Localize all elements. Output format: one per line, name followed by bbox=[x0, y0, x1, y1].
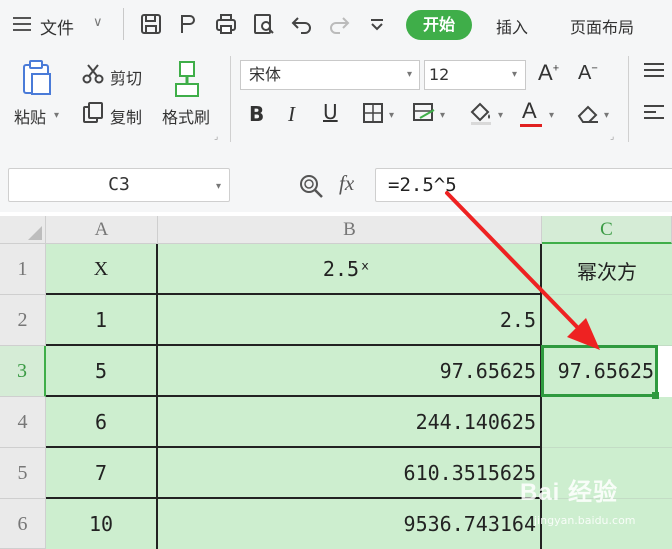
format-painter-button[interactable]: 格式刷 bbox=[162, 104, 210, 128]
cell-c4[interactable] bbox=[542, 397, 672, 448]
watermark-logo: Bai 经验 bbox=[520, 479, 619, 506]
decrease-font-size-icon[interactable]: A− bbox=[578, 62, 598, 85]
tab-insert[interactable]: 插入 bbox=[496, 14, 528, 38]
align-top-icon[interactable] bbox=[642, 60, 666, 82]
dialog-launcher-icon[interactable]: ⌟ bbox=[610, 132, 614, 142]
select-all-icon bbox=[28, 226, 42, 240]
paste-icon bbox=[23, 60, 51, 95]
save-icon[interactable] bbox=[139, 12, 163, 36]
underline-icon[interactable]: U bbox=[323, 100, 338, 124]
caret-down-icon[interactable]: ▾ bbox=[389, 110, 394, 121]
caret-down-icon[interactable]: ▾ bbox=[498, 110, 503, 121]
column-header-c[interactable]: C bbox=[542, 216, 672, 244]
divider bbox=[628, 56, 629, 142]
font-color-swatch bbox=[520, 124, 542, 127]
select-all-corner[interactable] bbox=[0, 216, 46, 244]
borders-icon[interactable] bbox=[362, 102, 384, 124]
cut-button[interactable]: 剪切 bbox=[110, 65, 142, 89]
cell-b4[interactable]: 244.140625 bbox=[158, 397, 542, 448]
fill-color-icon[interactable] bbox=[468, 100, 494, 126]
formula-input[interactable]: =2.5^5 bbox=[375, 168, 672, 202]
conditional-format-icon[interactable] bbox=[412, 102, 436, 124]
chevron-down-icon[interactable]: ∨ bbox=[93, 15, 103, 30]
italic-icon[interactable]: I bbox=[288, 102, 295, 127]
cell-b2[interactable]: 2.5 bbox=[158, 295, 542, 346]
export-pdf-icon[interactable] bbox=[176, 12, 200, 36]
print-icon[interactable] bbox=[214, 12, 238, 36]
cell-a3[interactable]: 5 bbox=[46, 346, 158, 397]
active-cell-border bbox=[541, 345, 658, 397]
row-header-6[interactable]: 6 bbox=[0, 499, 46, 549]
increase-font-size-icon[interactable]: A+ bbox=[538, 60, 559, 86]
divider bbox=[230, 56, 231, 142]
caret-down-icon[interactable]: ▾ bbox=[407, 69, 412, 80]
tab-page-layout[interactable]: 页面布局 bbox=[570, 14, 634, 38]
copy-button[interactable]: 复制 bbox=[110, 104, 142, 128]
cell-a4[interactable]: 6 bbox=[46, 397, 158, 448]
cell-b5[interactable]: 610.3515625 bbox=[158, 448, 542, 499]
copy-icon bbox=[83, 102, 103, 123]
row-header-1[interactable]: 1 bbox=[0, 244, 46, 295]
zoom-search-icon[interactable] bbox=[298, 173, 324, 199]
cell-a6[interactable]: 10 bbox=[46, 499, 158, 549]
cell-b6[interactable]: 9536.743164 bbox=[158, 499, 542, 549]
caret-down-icon[interactable]: ▾ bbox=[440, 110, 445, 121]
font-size-value: 12 bbox=[429, 65, 450, 84]
cell-reference: C3 bbox=[108, 174, 130, 195]
tab-home[interactable]: 开始 bbox=[406, 10, 472, 40]
print-preview-icon[interactable] bbox=[252, 12, 276, 36]
cell-a5[interactable]: 7 bbox=[46, 448, 158, 499]
file-menu[interactable]: 文件 bbox=[40, 14, 74, 39]
font-color-icon[interactable]: A bbox=[522, 98, 537, 124]
formula-value: =2.5^5 bbox=[388, 174, 457, 196]
cell-c2[interactable] bbox=[542, 295, 672, 346]
caret-down-icon[interactable]: ▾ bbox=[216, 181, 221, 192]
format-painter-icon bbox=[175, 61, 199, 97]
caret-down-icon[interactable]: ▾ bbox=[512, 69, 517, 80]
redo-icon[interactable] bbox=[327, 12, 351, 36]
font-name-value: 宋体 bbox=[249, 65, 282, 84]
eraser-icon[interactable] bbox=[576, 102, 600, 124]
caret-down-icon[interactable]: ▾ bbox=[54, 110, 59, 121]
row-header-2[interactable]: 2 bbox=[0, 295, 46, 346]
caret-down-icon[interactable]: ▾ bbox=[549, 110, 554, 121]
cell-a1[interactable]: X bbox=[46, 244, 158, 295]
cell-a2[interactable]: 1 bbox=[46, 295, 158, 346]
column-header-a[interactable]: A bbox=[46, 216, 158, 244]
undo-icon[interactable] bbox=[290, 12, 314, 36]
insert-function-button[interactable]: fx bbox=[339, 171, 354, 196]
name-box[interactable]: C3 bbox=[8, 168, 230, 202]
font-size-select[interactable]: 12 bbox=[424, 60, 526, 90]
paste-label: 粘贴 bbox=[14, 108, 47, 127]
customize-toolbar-icon[interactable] bbox=[365, 12, 389, 36]
scissors-icon bbox=[82, 64, 104, 84]
bold-icon[interactable]: B bbox=[249, 102, 264, 126]
row-header-4[interactable]: 4 bbox=[0, 397, 46, 448]
cell-c1[interactable]: 幂次方 bbox=[542, 244, 672, 295]
hamburger-menu-icon[interactable] bbox=[12, 14, 32, 34]
column-header-b[interactable]: B bbox=[158, 216, 542, 244]
caret-down-icon[interactable]: ▾ bbox=[604, 110, 609, 121]
row-header-5[interactable]: 5 bbox=[0, 448, 46, 499]
row-header-3[interactable]: 3 bbox=[0, 346, 46, 397]
dialog-launcher-icon[interactable]: ⌟ bbox=[214, 132, 218, 142]
fill-handle[interactable] bbox=[652, 392, 659, 399]
paste-button[interactable]: 粘贴 ▾ bbox=[14, 58, 64, 128]
cell-b1[interactable]: 2.5ˣ bbox=[158, 244, 542, 295]
cell-b3[interactable]: 97.65625 bbox=[158, 346, 542, 397]
font-name-select[interactable]: 宋体 bbox=[240, 60, 420, 90]
divider bbox=[123, 8, 124, 40]
align-left-icon[interactable] bbox=[642, 102, 666, 124]
watermark-url: jingyan.baidu.com bbox=[534, 514, 636, 527]
